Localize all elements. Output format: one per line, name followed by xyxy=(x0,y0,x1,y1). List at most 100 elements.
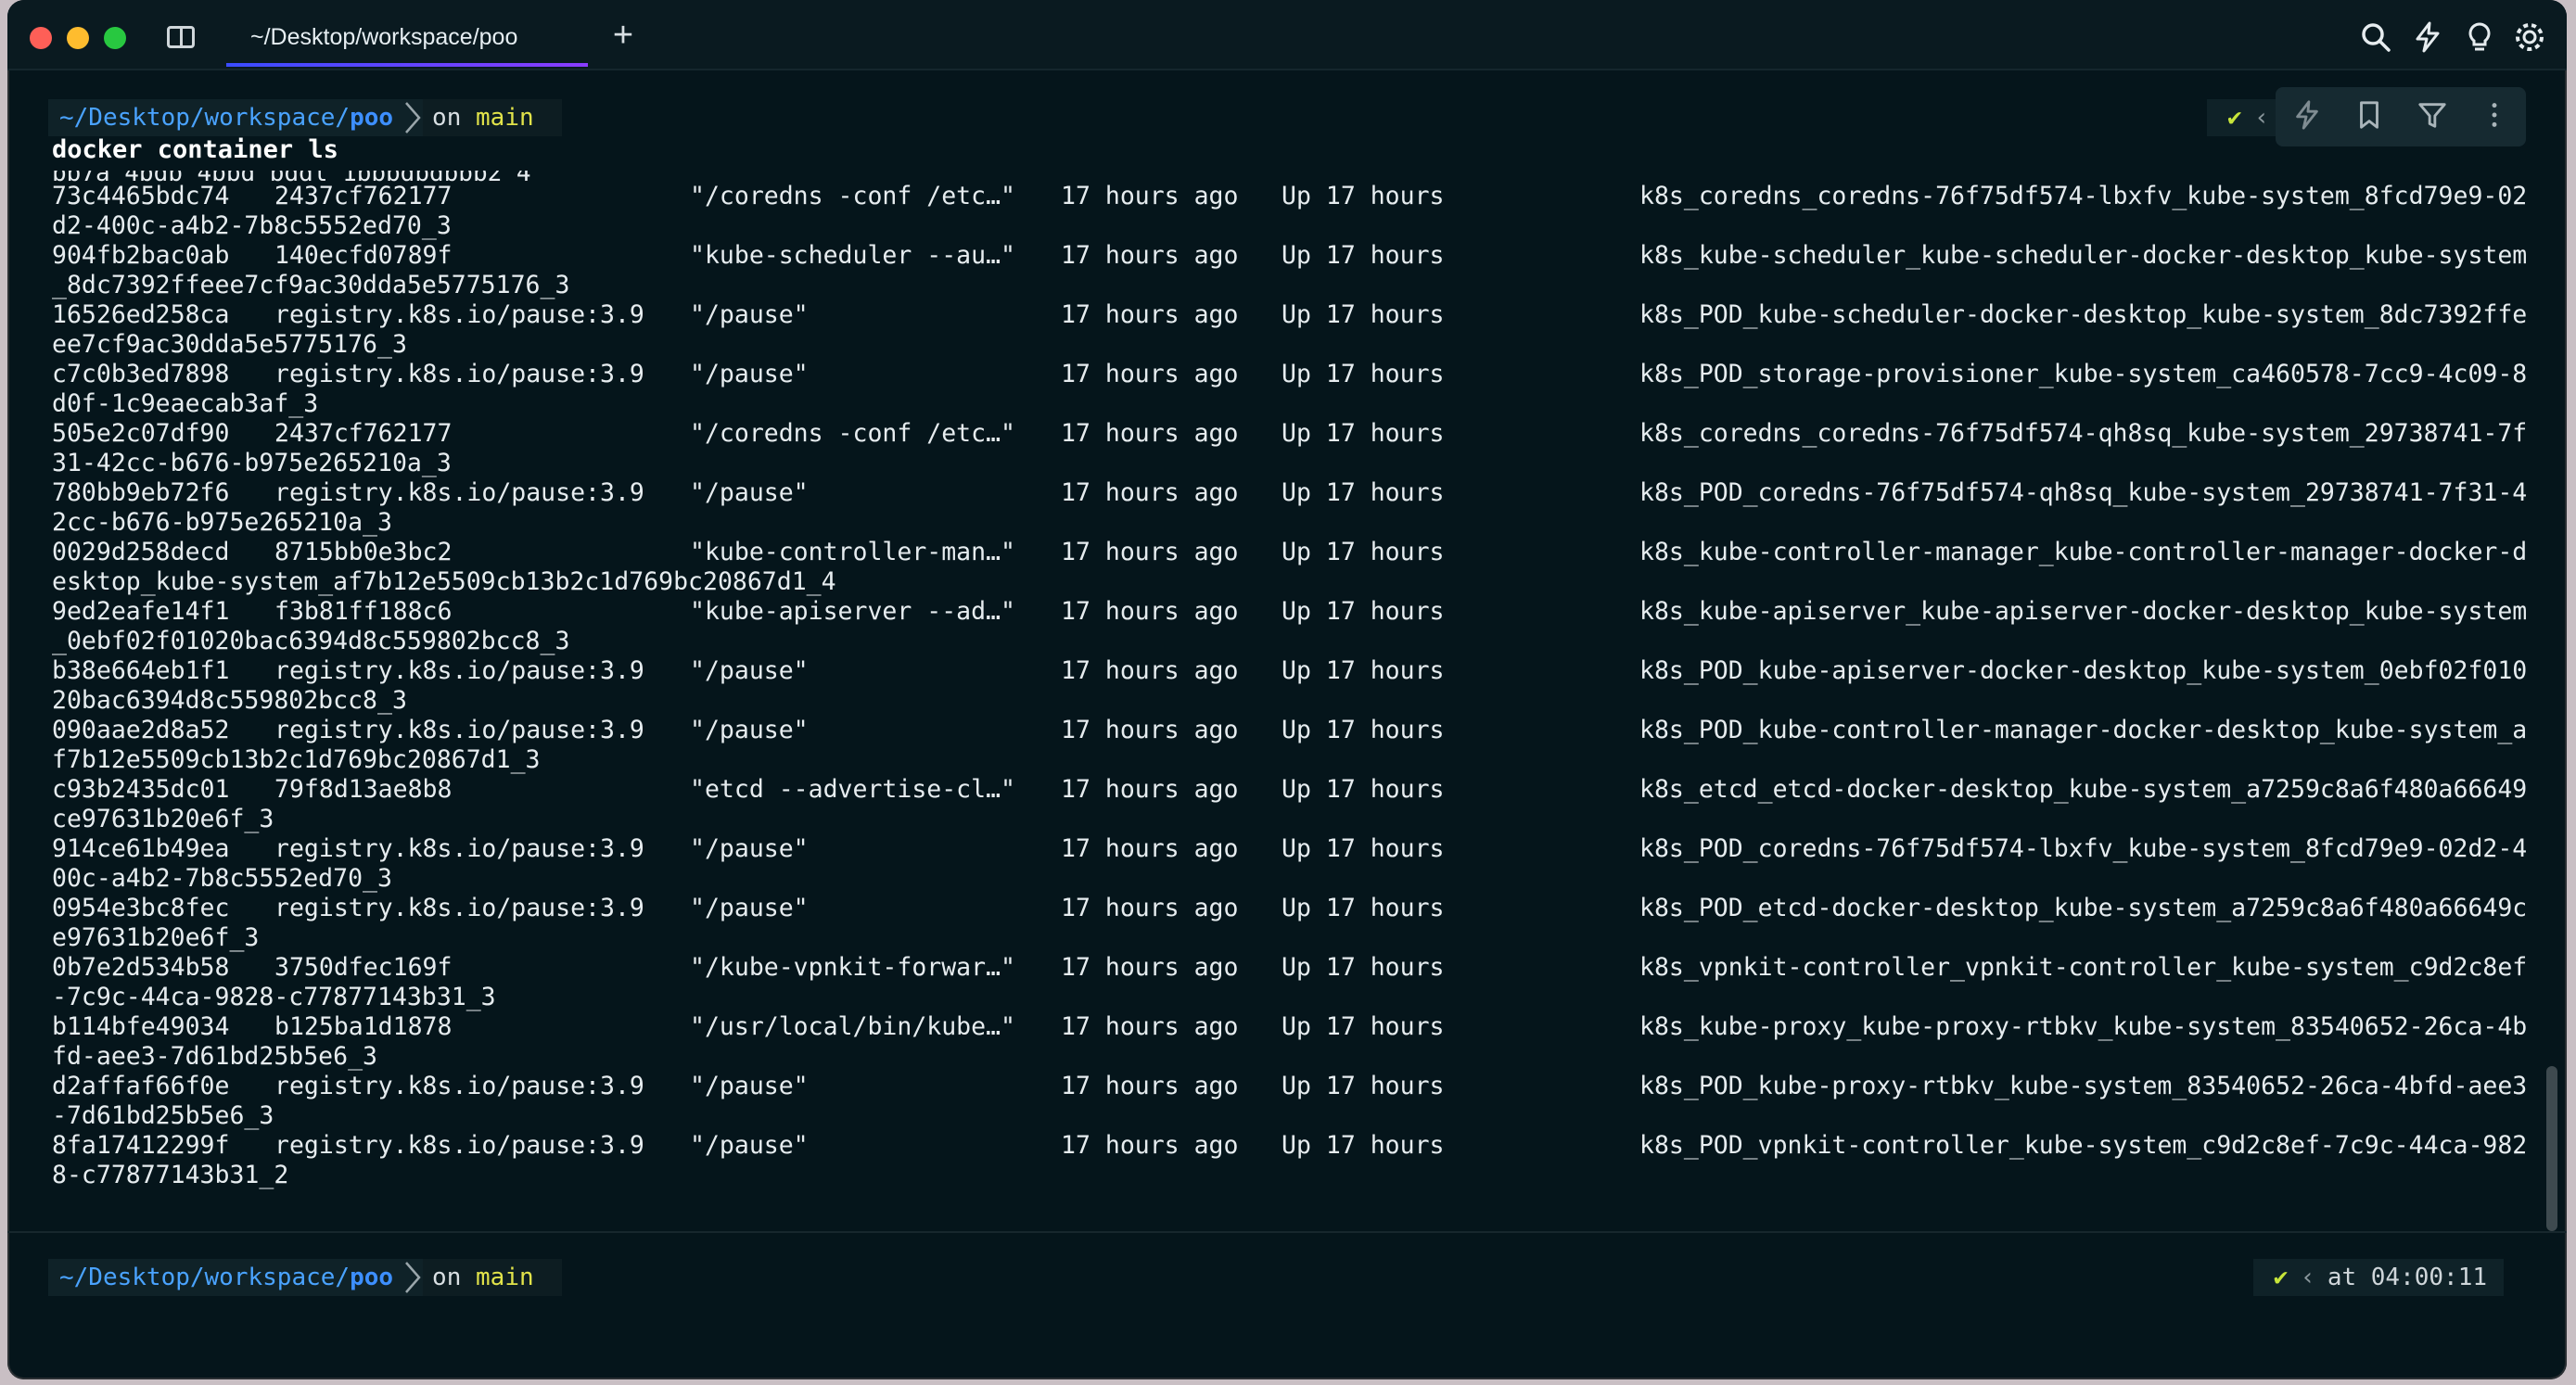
container-name: k8s_kube-controller-manager_kube-control… xyxy=(1639,538,2528,566)
container-status: Up 17 hours xyxy=(1282,775,1445,804)
container-image: registry.k8s.io/pause:3.9 xyxy=(274,894,644,922)
container-status: Up 17 hours xyxy=(1282,300,1445,329)
title-bar: ~/Desktop/workspace/poo + xyxy=(7,0,2567,70)
tab-current[interactable]: ~/Desktop/workspace/poo xyxy=(226,13,588,69)
container-created: 17 hours ago xyxy=(1061,775,1239,804)
container-id: 904fb2bac0ab xyxy=(52,241,230,270)
block-actions xyxy=(2276,87,2526,146)
container-name-continued: ce97631b20e6f_3 xyxy=(52,805,274,833)
container-row: 914ce61b49ea registry.k8s.io/pause:3.9 "/p… xyxy=(52,834,2537,894)
container-row: c7c0b3ed7898 registry.k8s.io/pause:3.9 "/p… xyxy=(52,360,2537,419)
container-id: 0954e3bc8fec xyxy=(52,894,230,922)
container-command: "/pause" xyxy=(690,834,809,863)
container-id: 73c4465bdc74 xyxy=(52,182,230,210)
container-image: registry.k8s.io/pause:3.9 xyxy=(274,1131,644,1160)
gear-icon[interactable] xyxy=(2513,20,2546,54)
container-status: Up 17 hours xyxy=(1282,419,1445,448)
container-name: k8s_POD_coredns-76f75df574-qh8sq_kube-sy… xyxy=(1639,478,2528,507)
prompt-path-dir: poo xyxy=(350,104,394,132)
container-status: Up 17 hours xyxy=(1282,182,1445,210)
container-name: k8s_etcd_etcd-docker-desktop_kube-system… xyxy=(1639,775,2528,804)
scrollbar[interactable] xyxy=(2546,1066,2557,1231)
minimize-window-button[interactable] xyxy=(67,27,89,49)
container-name-continued: 00c-a4b2-7b8c5552ed70_3 xyxy=(52,864,392,893)
container-row: 780bb9eb72f6 registry.k8s.io/pause:3.9 "/p… xyxy=(52,478,2537,538)
container-id: b114bfe49034 xyxy=(52,1012,230,1041)
container-name: k8s_kube-proxy_kube-proxy-rtbkv_kube-sys… xyxy=(1639,1012,2528,1041)
container-status: Up 17 hours xyxy=(1282,241,1445,270)
container-created: 17 hours ago xyxy=(1061,478,1239,507)
container-id: c7c0b3ed7898 xyxy=(52,360,230,388)
search-icon[interactable] xyxy=(2359,20,2392,54)
command-text: docker container ls xyxy=(52,135,338,164)
prompt-path: ~/Desktop/workspace/poo xyxy=(48,1259,403,1296)
zoom-window-button[interactable] xyxy=(104,27,126,49)
status-check-icon: ✔ xyxy=(2273,1264,2289,1291)
status-check-icon: ✔ xyxy=(2226,104,2242,132)
bookmark-icon[interactable] xyxy=(2353,99,2385,134)
container-row: c93b2435dc01 79f8d13ae8b8 "etcd --advertis… xyxy=(52,775,2537,834)
container-status: Up 17 hours xyxy=(1282,478,1445,507)
container-command: "/pause" xyxy=(690,478,809,507)
container-name-continued: esktop_kube-system_af7b12e5509cb13b2c1d7… xyxy=(52,567,836,596)
prompt-line: ~/Desktop/workspace/poo on main xyxy=(48,99,562,136)
container-row: 904fb2bac0ab 140ecfd0789f "kube-scheduler … xyxy=(52,241,2537,300)
filter-icon[interactable] xyxy=(2417,99,2448,134)
container-command: "etcd --advertise-cl…" xyxy=(690,775,1015,804)
container-command: "/pause" xyxy=(690,656,809,685)
container-created: 17 hours ago xyxy=(1061,1072,1239,1100)
container-id: 914ce61b49ea xyxy=(52,834,230,863)
prompt-separator xyxy=(402,99,424,136)
container-image: 79f8d13ae8b8 xyxy=(274,775,453,804)
container-id: 16526ed258ca xyxy=(52,300,230,329)
bolt-icon[interactable] xyxy=(2291,99,2323,134)
container-name-continued: ee7cf9ac30dda5e5775176_3 xyxy=(52,330,407,359)
container-name-continued: d2-400c-a4b2-7b8c5552ed70_3 xyxy=(52,211,452,240)
container-status: Up 17 hours xyxy=(1282,360,1445,388)
block-divider xyxy=(7,1231,2567,1233)
container-created: 17 hours ago xyxy=(1061,894,1239,922)
lightbulb-icon[interactable] xyxy=(2463,20,2496,54)
container-command: "kube-scheduler --au…" xyxy=(690,241,1015,270)
container-image: registry.k8s.io/pause:3.9 xyxy=(274,300,644,329)
chevron-left-icon: ‹ xyxy=(2302,1264,2313,1291)
container-id: 0029d258decd xyxy=(52,538,230,566)
container-created: 17 hours ago xyxy=(1061,1012,1239,1041)
bolt-icon[interactable] xyxy=(2411,20,2444,54)
container-image: registry.k8s.io/pause:3.9 xyxy=(274,478,644,507)
container-id: 780bb9eb72f6 xyxy=(52,478,230,507)
container-status: Up 17 hours xyxy=(1282,597,1445,626)
container-image: 140ecfd0789f xyxy=(274,241,453,270)
container-row: d2affaf66f0e registry.k8s.io/pause:3.9 "/p… xyxy=(52,1072,2537,1131)
container-image: registry.k8s.io/pause:3.9 xyxy=(274,716,644,744)
close-window-button[interactable] xyxy=(30,27,52,49)
container-image: f3b81ff188c6 xyxy=(274,597,453,626)
container-status: Up 17 hours xyxy=(1282,716,1445,744)
panel-icon[interactable] xyxy=(167,26,195,48)
container-created: 17 hours ago xyxy=(1061,300,1239,329)
container-name-continued: _0ebf02f01020bac6394d8c559802bcc8_3 xyxy=(52,627,570,655)
more-vertical-icon[interactable] xyxy=(2479,99,2510,134)
container-image: registry.k8s.io/pause:3.9 xyxy=(274,834,644,863)
prompt-path-prefix: ~/Desktop/workspace/ xyxy=(59,104,351,132)
container-image: 2437cf762177 xyxy=(274,182,453,210)
container-command: "/usr/local/bin/kube…" xyxy=(690,1012,1015,1041)
container-status: Up 17 hours xyxy=(1282,1131,1445,1160)
container-created: 17 hours ago xyxy=(1061,419,1239,448)
git-branch: main xyxy=(476,1264,534,1291)
container-name: k8s_coredns_coredns-76f75df574-lbxfv_kub… xyxy=(1639,182,2528,210)
container-image: b125ba1d1878 xyxy=(274,1012,453,1041)
container-created: 17 hours ago xyxy=(1061,597,1239,626)
container-command: "/pause" xyxy=(690,1131,809,1160)
container-status: Up 17 hours xyxy=(1282,953,1445,982)
chevron-left-icon: ‹ xyxy=(2256,104,2266,132)
container-name-continued: -7c9c-44ca-9828-c77877143b31_3 xyxy=(52,983,496,1011)
container-created: 17 hours ago xyxy=(1061,538,1239,566)
container-created: 17 hours ago xyxy=(1061,360,1239,388)
new-tab-icon[interactable]: + xyxy=(605,17,642,54)
container-name: k8s_kube-apiserver_kube-apiserver-docker… xyxy=(1639,597,2528,626)
container-command: "/pause" xyxy=(690,716,809,744)
container-status: Up 17 hours xyxy=(1282,894,1445,922)
container-name: k8s_POD_kube-proxy-rtbkv_kube-system_835… xyxy=(1639,1072,2528,1100)
prompt-path: ~/Desktop/workspace/poo xyxy=(48,99,403,136)
